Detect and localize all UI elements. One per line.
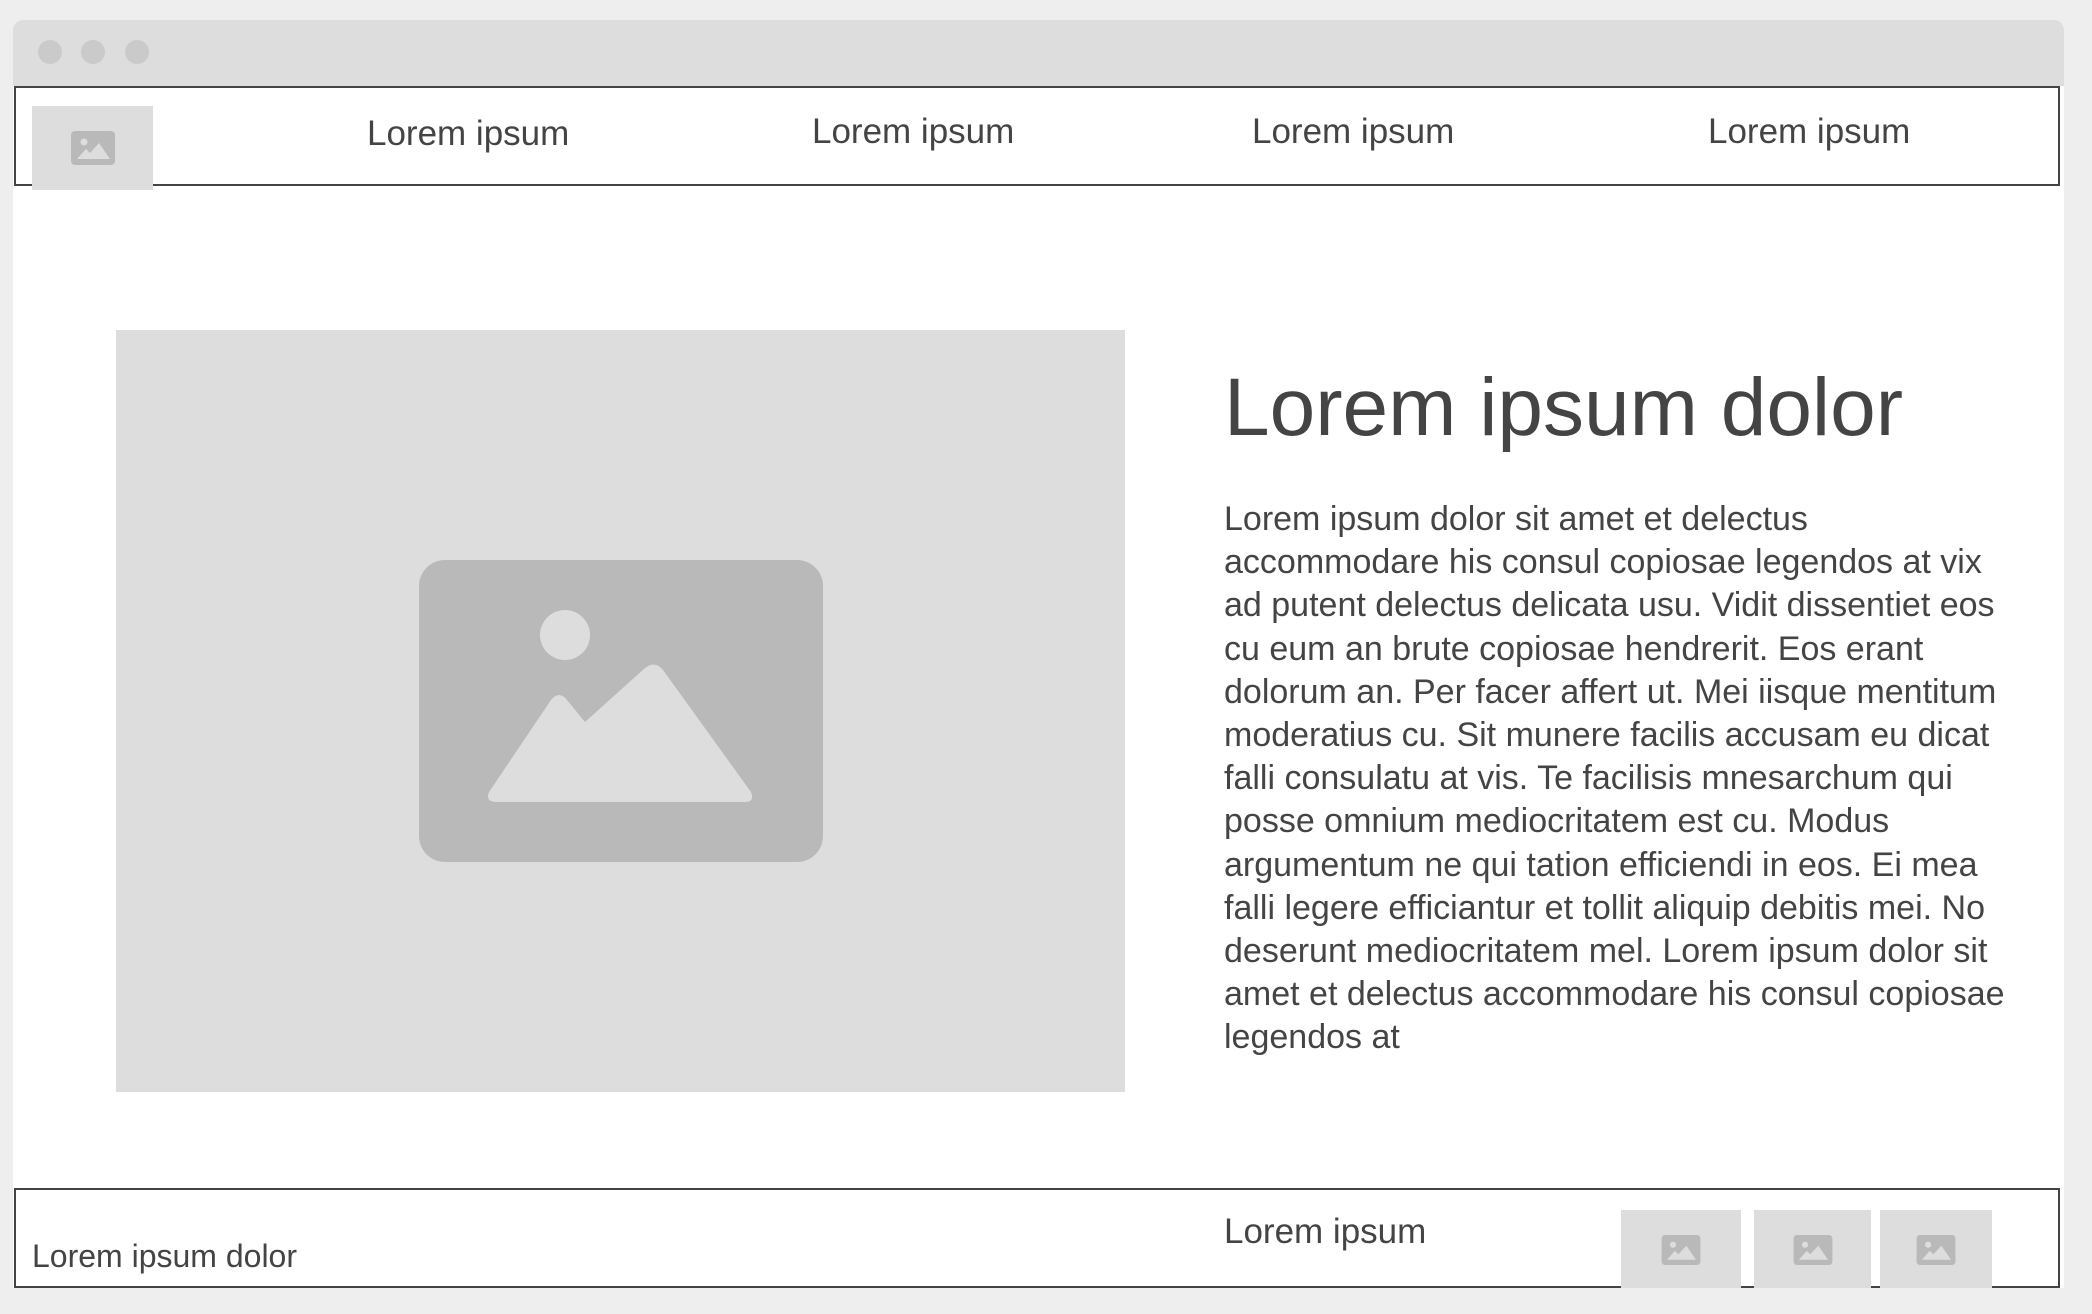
page-title: Lorem ipsum dolor: [1224, 362, 1904, 453]
top-navigation: Lorem ipsum Lorem ipsum Lorem ipsum Lore…: [14, 86, 2060, 190]
window-minimize-button[interactable]: [81, 40, 105, 64]
footer-social-button-1[interactable]: [1621, 1210, 1741, 1288]
footer: Lorem ipsum dolor Lorem ipsum: [14, 1188, 2060, 1288]
nav-item-1[interactable]: Lorem ipsum: [367, 112, 569, 156]
image-placeholder-icon: [1661, 1235, 1701, 1265]
footer-link[interactable]: Lorem ipsum: [1224, 1210, 1426, 1254]
image-placeholder-icon: [70, 131, 115, 165]
nav-item-3[interactable]: Lorem ipsum: [1252, 110, 1454, 154]
footer-social-button-3[interactable]: [1880, 1210, 1992, 1288]
image-placeholder-icon: [1916, 1235, 1956, 1265]
browser-window: Lorem ipsum Lorem ipsum Lorem ipsum Lore…: [13, 20, 2064, 1288]
hero-image-placeholder: [116, 330, 1125, 1092]
window-maximize-button[interactable]: [125, 40, 149, 64]
footer-text: Lorem ipsum dolor: [32, 1238, 297, 1274]
window-titlebar: [13, 20, 2064, 86]
image-placeholder-icon: [418, 560, 823, 862]
logo[interactable]: [32, 106, 153, 190]
window-close-button[interactable]: [38, 40, 62, 64]
body-paragraph: Lorem ipsum dolor sit amet et delectus a…: [1224, 500, 2005, 1057]
nav-item-4[interactable]: Lorem ipsum: [1708, 110, 1910, 154]
image-placeholder-icon: [1793, 1235, 1832, 1265]
footer-social-button-2[interactable]: [1754, 1210, 1871, 1288]
nav-item-2[interactable]: Lorem ipsum: [812, 110, 1014, 154]
